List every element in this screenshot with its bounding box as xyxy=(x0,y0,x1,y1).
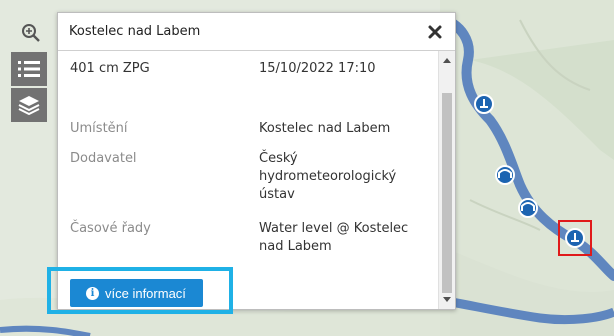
provider-label: Dodavatel xyxy=(70,151,137,166)
popup-body: 401 cm ZPG 15/10/2022 17:10 Umístění Kos… xyxy=(58,51,438,309)
list-button[interactable] xyxy=(11,52,47,86)
timeseries-value[interactable]: Water level @ Kostelec nad Labem xyxy=(259,220,419,256)
scroll-down-arrow-icon[interactable] xyxy=(443,297,451,302)
station-popup: Kostelec nad Labem 401 cm ZPG 15/10/2022… xyxy=(57,12,456,310)
water-level-value: 401 cm ZPG xyxy=(70,61,150,76)
measurement-timestamp: 15/10/2022 17:10 xyxy=(259,61,376,76)
close-button[interactable] xyxy=(427,24,443,40)
info-icon: i xyxy=(86,286,99,300)
bridge-station-marker[interactable] xyxy=(518,198,538,218)
provider-value: Český hydrometeorologický ústav xyxy=(259,151,397,202)
more-info-button[interactable]: i více informací xyxy=(70,279,203,307)
popup-title: Kostelec nad Labem xyxy=(69,24,201,39)
station-marker[interactable] xyxy=(474,94,494,114)
scroll-thumb[interactable] xyxy=(442,93,452,293)
scroll-up-arrow-icon[interactable] xyxy=(443,58,451,63)
more-info-label: více informací xyxy=(105,285,186,301)
close-icon xyxy=(428,25,442,39)
selected-station-marker[interactable] xyxy=(565,228,585,248)
timeseries-label: Časové řady xyxy=(70,221,151,236)
location-label: Umístění xyxy=(70,121,128,136)
popup-header: Kostelec nad Labem xyxy=(58,13,455,51)
zoom-in-icon xyxy=(22,24,40,42)
location-value: Kostelec nad Labem xyxy=(259,121,391,136)
list-icon xyxy=(18,61,40,77)
zoom-in-button[interactable] xyxy=(18,20,44,46)
bridge-station-marker[interactable] xyxy=(495,165,515,185)
popup-scrollbar[interactable] xyxy=(438,51,455,309)
layers-icon xyxy=(18,96,40,115)
layers-button[interactable] xyxy=(11,88,47,122)
